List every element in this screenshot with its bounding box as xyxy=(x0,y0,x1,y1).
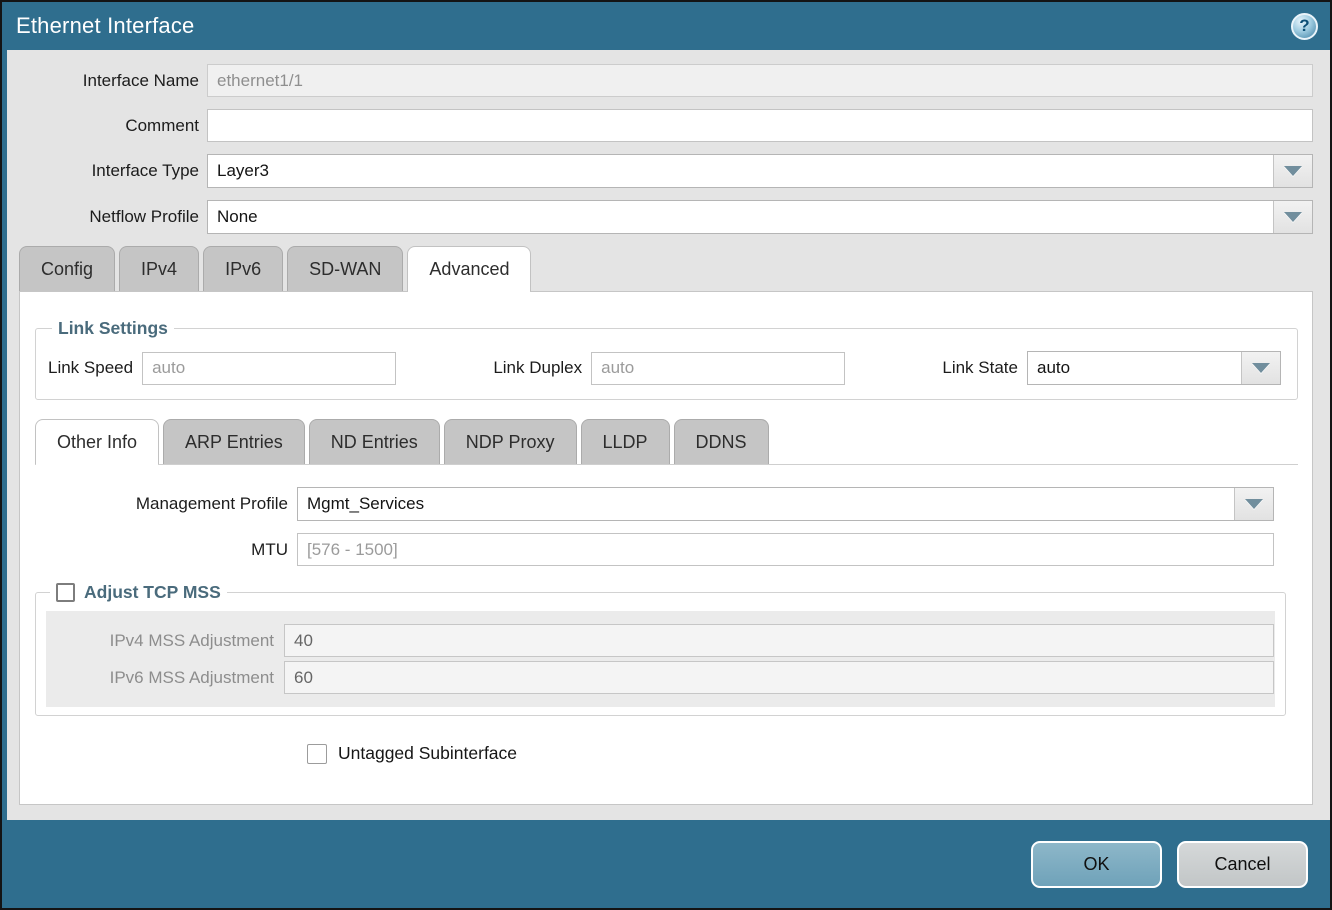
tab-other-info[interactable]: Other Info xyxy=(35,419,159,464)
interface-name-label: Interface Name xyxy=(19,71,207,91)
tab-ipv4[interactable]: IPv4 xyxy=(119,246,199,291)
comment-field[interactable] xyxy=(207,109,1313,142)
tab-nd-entries[interactable]: ND Entries xyxy=(309,419,440,464)
link-settings-row: Link Speed Link Duplex Link State auto xyxy=(48,349,1285,385)
tab-advanced[interactable]: Advanced xyxy=(407,246,531,291)
management-profile-label: Management Profile xyxy=(35,494,297,514)
management-profile-row: Management Profile Mgmt_Services xyxy=(35,487,1286,521)
comment-label: Comment xyxy=(19,116,207,136)
link-state-value: auto xyxy=(1028,352,1241,384)
management-profile-dropdown-button[interactable] xyxy=(1234,488,1273,520)
netflow-profile-dropdown[interactable]: None xyxy=(207,200,1313,234)
untagged-subinterface-checkbox[interactable] xyxy=(307,744,327,764)
mss-disabled-area: IPv4 MSS Adjustment IPv6 MSS Adjustment xyxy=(46,611,1275,707)
link-duplex-group: Link Duplex xyxy=(493,352,845,385)
link-speed-field[interactable] xyxy=(142,352,396,385)
comment-row: Comment xyxy=(19,109,1313,142)
netflow-profile-value: None xyxy=(208,201,1273,233)
netflow-profile-label: Netflow Profile xyxy=(19,207,207,227)
link-state-label: Link State xyxy=(942,358,1027,378)
tab-lldp[interactable]: LLDP xyxy=(581,419,670,464)
other-info-panel: Management Profile Mgmt_Services MTU Adj… xyxy=(35,464,1298,764)
untagged-subinterface-row: Untagged Subinterface xyxy=(307,743,1286,764)
link-state-dropdown[interactable]: auto xyxy=(1027,351,1281,385)
ok-button[interactable]: OK xyxy=(1031,841,1162,888)
netflow-profile-dropdown-button[interactable] xyxy=(1273,201,1312,233)
cancel-button[interactable]: Cancel xyxy=(1177,841,1308,888)
dialog-title: Ethernet Interface xyxy=(16,13,194,39)
adjust-tcp-mss-checkbox[interactable] xyxy=(56,583,75,602)
mtu-label: MTU xyxy=(35,540,297,560)
link-speed-group: Link Speed xyxy=(48,352,396,385)
link-settings-legend: Link Settings xyxy=(52,318,174,339)
chevron-down-icon xyxy=(1245,499,1263,509)
tab-config[interactable]: Config xyxy=(19,246,115,291)
dialog-content: Interface Name Comment Interface Type La… xyxy=(7,50,1330,820)
untagged-subinterface-label: Untagged Subinterface xyxy=(338,743,517,764)
interface-type-dropdown-button[interactable] xyxy=(1273,155,1312,187)
management-profile-value: Mgmt_Services xyxy=(298,488,1234,520)
interface-type-label: Interface Type xyxy=(19,161,207,181)
interface-name-field xyxy=(207,64,1313,97)
adjust-tcp-mss-legend: Adjust TCP MSS xyxy=(50,582,227,603)
ipv4-mss-label: IPv4 MSS Adjustment xyxy=(46,631,284,651)
ipv6-mss-row: IPv6 MSS Adjustment xyxy=(46,661,1274,694)
title-bar: Ethernet Interface ? xyxy=(2,2,1330,50)
link-speed-label: Link Speed xyxy=(48,358,142,378)
tab-arp-entries[interactable]: ARP Entries xyxy=(163,419,305,464)
ipv4-mss-field xyxy=(284,624,1274,657)
interface-type-row: Interface Type Layer3 xyxy=(19,154,1313,188)
netflow-profile-row: Netflow Profile None xyxy=(19,200,1313,234)
tab-sdwan[interactable]: SD-WAN xyxy=(287,246,403,291)
mtu-row: MTU xyxy=(35,533,1286,566)
mtu-field[interactable] xyxy=(297,533,1274,566)
link-state-group: Link State auto xyxy=(942,351,1281,385)
interface-name-row: Interface Name xyxy=(19,64,1313,97)
chevron-down-icon xyxy=(1252,363,1270,373)
management-profile-dropdown[interactable]: Mgmt_Services xyxy=(297,487,1274,521)
tab-ipv6[interactable]: IPv6 xyxy=(203,246,283,291)
sub-tab-strip: Other Info ARP Entries ND Entries NDP Pr… xyxy=(35,419,1298,464)
interface-type-value: Layer3 xyxy=(208,155,1273,187)
interface-type-dropdown[interactable]: Layer3 xyxy=(207,154,1313,188)
ipv4-mss-row: IPv4 MSS Adjustment xyxy=(46,624,1274,657)
main-tab-strip: Config IPv4 IPv6 SD-WAN Advanced xyxy=(19,246,1313,291)
ipv6-mss-field xyxy=(284,661,1274,694)
ipv6-mss-label: IPv6 MSS Adjustment xyxy=(46,668,284,688)
adjust-tcp-mss-fieldset: Adjust TCP MSS IPv4 MSS Adjustment IPv6 … xyxy=(35,582,1286,716)
link-duplex-field[interactable] xyxy=(591,352,845,385)
link-settings-fieldset: Link Settings Link Speed Link Duplex Lin… xyxy=(35,318,1298,400)
tab-ddns[interactable]: DDNS xyxy=(674,419,769,464)
advanced-tab-panel: Link Settings Link Speed Link Duplex Lin… xyxy=(19,291,1313,805)
tab-ndp-proxy[interactable]: NDP Proxy xyxy=(444,419,577,464)
help-icon[interactable]: ? xyxy=(1291,13,1318,40)
chevron-down-icon xyxy=(1284,212,1302,222)
adjust-tcp-mss-label: Adjust TCP MSS xyxy=(84,582,221,603)
ethernet-interface-dialog: Ethernet Interface ? Interface Name Comm… xyxy=(0,0,1332,910)
link-duplex-label: Link Duplex xyxy=(493,358,591,378)
footer-bar: OK Cancel xyxy=(2,820,1330,908)
link-state-dropdown-button[interactable] xyxy=(1241,352,1280,384)
chevron-down-icon xyxy=(1284,166,1302,176)
